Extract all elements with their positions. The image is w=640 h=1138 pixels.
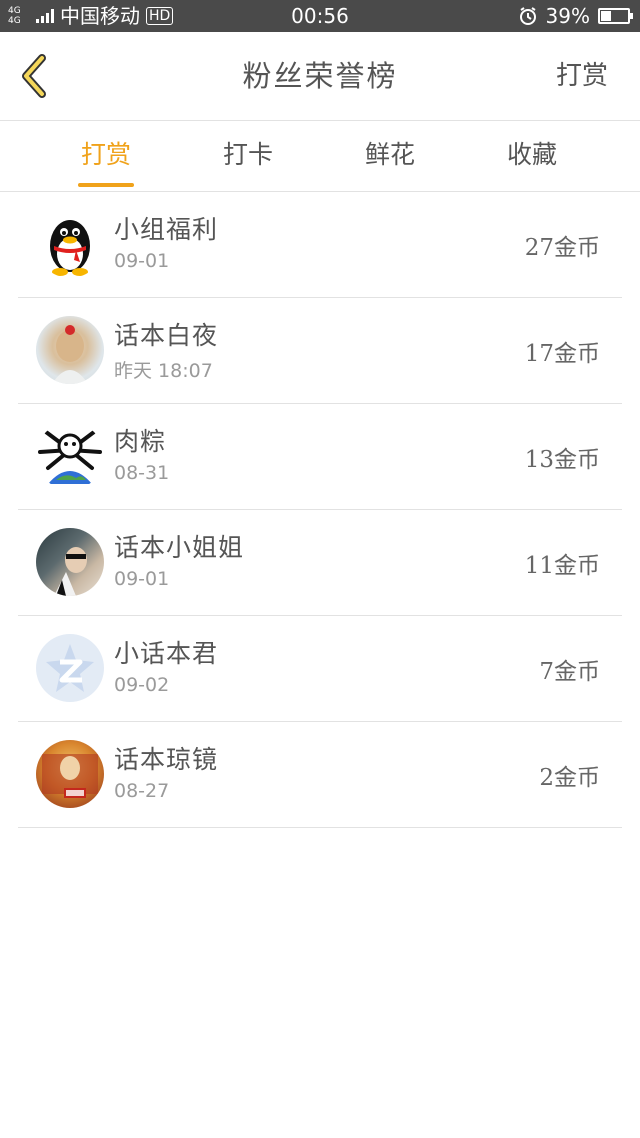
battery-percent: 39% <box>545 4 590 28</box>
coin-amount: 11金币 <box>524 553 600 579</box>
back-button[interactable] <box>14 52 58 100</box>
status-bar: 4G 4G 中国移动 HD 00:56 39% <box>0 0 640 32</box>
user-name: 肉粽 <box>114 427 167 456</box>
photo-avatar[interactable] <box>36 740 104 808</box>
tab-label: 收藏 <box>506 140 557 169</box>
chevron-left-icon <box>22 54 46 98</box>
battery-fill <box>601 11 611 21</box>
user-name: 小话本君 <box>114 639 219 668</box>
user-name: 话本小姐姐 <box>114 533 245 562</box>
tab-label: 打赏 <box>80 140 131 169</box>
tab-flowers[interactable]: 鲜花 <box>320 121 460 191</box>
user-name: 话本琼镜 <box>114 745 219 774</box>
cartoon-avatar[interactable] <box>36 422 104 490</box>
reward-date: 08-31 <box>114 462 170 484</box>
reward-date: 昨天 18:07 <box>114 360 213 382</box>
list-item[interactable]: 话本琼镜 08-27 2金币 <box>18 722 622 828</box>
battery-icon <box>598 8 633 24</box>
list-item[interactable]: 话本小姐姐 09-01 11金币 <box>18 510 622 616</box>
list-item[interactable]: 话本白夜 昨天 18:07 17金币 <box>18 298 622 404</box>
coin-amount: 7金币 <box>539 659 600 685</box>
alarm-icon <box>519 7 536 25</box>
qq-penguin-avatar[interactable] <box>36 210 104 278</box>
coin-amount: 13金币 <box>524 447 600 473</box>
reward-date: 09-02 <box>114 674 170 696</box>
fan-ranking-list: 小组福利 09-01 27金币 话本白夜 昨天 18:07 17金币 肉粽 08… <box>18 192 622 828</box>
status-right: 39% <box>518 0 633 32</box>
nav-header: 粉丝荣誉榜 打赏 <box>0 32 640 121</box>
active-tab-indicator <box>78 183 134 187</box>
list-item[interactable]: 肉粽 08-31 13金币 <box>18 404 622 510</box>
coin-amount: 2金币 <box>539 765 600 791</box>
tab-reward[interactable]: 打赏 <box>36 121 176 191</box>
tab-label: 鲜花 <box>364 140 415 169</box>
reward-date: 09-01 <box>114 568 170 590</box>
coin-amount: 17金币 <box>524 341 600 367</box>
coin-amount: 27金币 <box>524 235 600 261</box>
user-name: 话本白夜 <box>114 321 219 350</box>
user-name: 小组福利 <box>114 215 219 244</box>
reward-date: 09-01 <box>114 250 170 272</box>
photo-avatar[interactable] <box>36 316 104 384</box>
list-item[interactable]: 小话本君 09-02 7金币 <box>18 616 622 722</box>
tab-bar: 打赏 打卡 鲜花 收藏 <box>0 121 640 192</box>
tab-favorites[interactable]: 收藏 <box>462 121 602 191</box>
z-logo-avatar[interactable] <box>36 634 104 702</box>
list-item[interactable]: 小组福利 09-01 27金币 <box>18 192 622 298</box>
reward-date: 08-27 <box>114 780 170 802</box>
tab-label: 打卡 <box>222 140 273 169</box>
reward-action-button[interactable]: 打赏 <box>556 32 608 120</box>
photo-avatar[interactable] <box>36 528 104 596</box>
page-title: 粉丝荣誉榜 <box>242 59 398 93</box>
tab-checkin[interactable]: 打卡 <box>178 121 318 191</box>
